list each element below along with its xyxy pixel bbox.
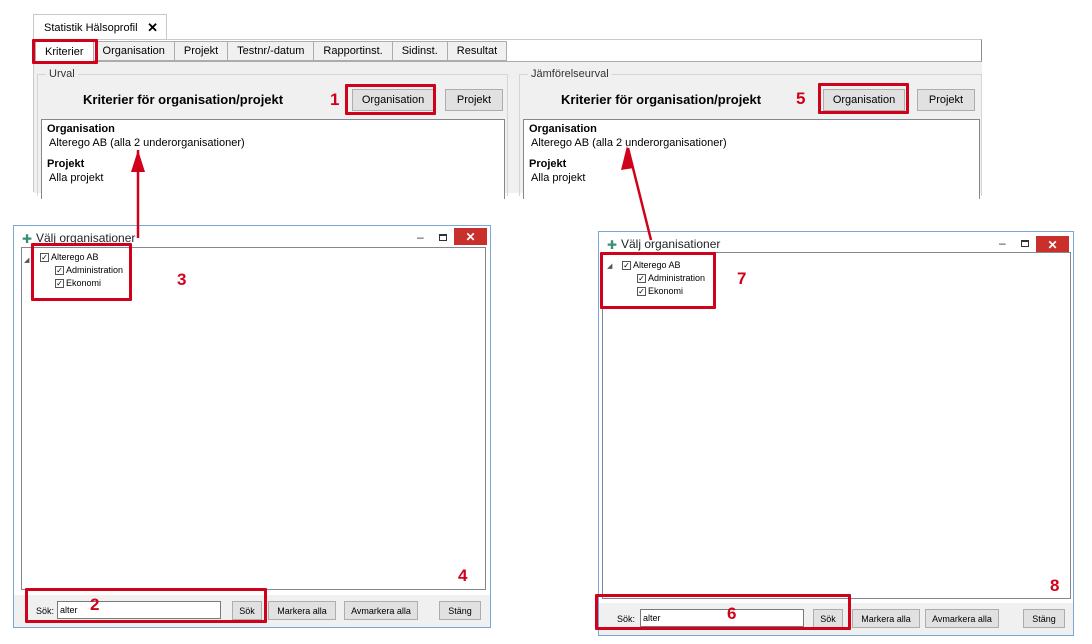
arrow-right-head [621,146,634,170]
arrow-left-head [131,150,145,172]
annotation-arrows [131,146,653,241]
